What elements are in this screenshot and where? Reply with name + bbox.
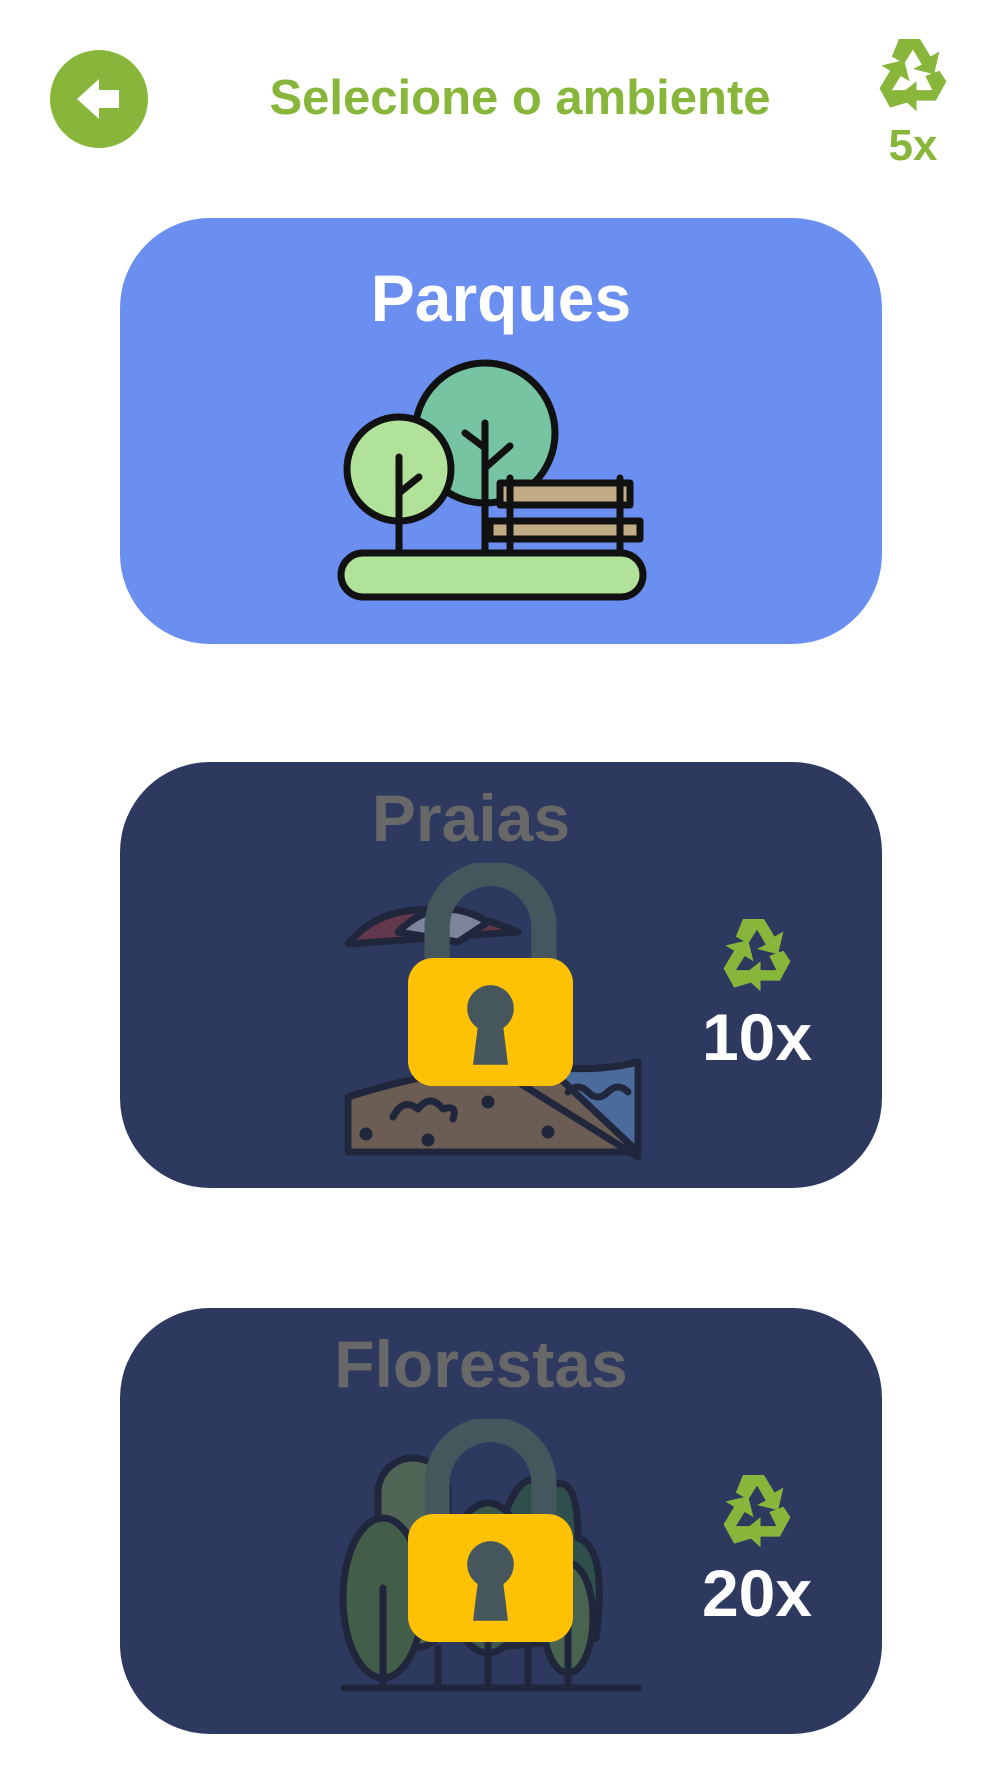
environment-title: Praias xyxy=(371,781,571,855)
page-title: Selecione o ambiente xyxy=(269,71,771,125)
padlock-icon xyxy=(408,1418,573,1643)
recycle-icon xyxy=(713,1468,801,1556)
environment-card-praias[interactable]: Praias 10x xyxy=(120,762,882,1188)
environment-card-florestas[interactable]: Florestas 20x xyxy=(120,1308,882,1734)
recycle-icon xyxy=(713,912,801,1000)
unlock-cost: 20x xyxy=(687,1468,827,1631)
unlock-cost-value: 10x xyxy=(701,1000,813,1074)
recycle-counter: 5x xyxy=(858,32,968,171)
recycle-count: 5x xyxy=(888,121,938,170)
unlock-cost: 10x xyxy=(687,912,827,1075)
back-button[interactable] xyxy=(50,50,148,148)
park-icon xyxy=(337,359,647,601)
environment-title: Florestas xyxy=(334,1327,628,1401)
recycle-icon xyxy=(869,32,957,120)
environment-card-parques[interactable]: Parques xyxy=(120,218,882,644)
environment-title: Parques xyxy=(370,261,632,335)
padlock-icon xyxy=(408,862,573,1087)
back-arrow-icon xyxy=(77,79,119,119)
unlock-cost-value: 20x xyxy=(701,1556,813,1630)
